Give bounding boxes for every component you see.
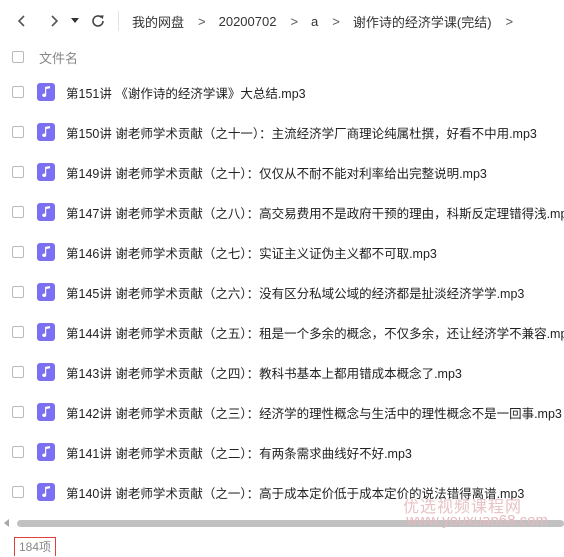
file-row[interactable]: 第143讲 谢老师学术贡献（之四）：教科书基本上都用错成本概念了.mp3: [0, 352, 564, 392]
dropdown-caret-icon: [71, 18, 79, 23]
music-note-icon: [37, 323, 55, 341]
file-name[interactable]: 第147讲 谢老师学术贡献（之八）：高交易费用不是政府干预的理由，科斯反定理错得…: [66, 203, 564, 222]
file-name[interactable]: 第143讲 谢老师学术贡献（之四）：教科书基本上都用错成本概念了.mp3: [66, 363, 462, 382]
file-row[interactable]: 第144讲 谢老师学术贡献（之五）：租是一个多余的概念，不仅多余，还让经济学不兼…: [0, 312, 564, 352]
toolbar-divider: [118, 11, 119, 31]
file-row[interactable]: 第146讲 谢老师学术贡献（之七）：实证主义证伪主义都不可取.mp3: [0, 232, 564, 272]
file-name[interactable]: 第145讲 谢老师学术贡献（之六）：没有区分私域公域的经济都是扯淡经济学学.mp…: [66, 283, 524, 302]
file-row[interactable]: 第145讲 谢老师学术贡献（之六）：没有区分私域公域的经济都是扯淡经济学学.mp…: [0, 272, 564, 312]
music-note-icon: [37, 483, 55, 501]
breadcrumb-separator: >: [198, 13, 206, 29]
file-checkbox[interactable]: [12, 246, 24, 258]
breadcrumb-separator: >: [290, 13, 299, 29]
file-name[interactable]: 第146讲 谢老师学术贡献（之七）：实证主义证伪主义都不可取.mp3: [66, 243, 437, 262]
file-checkbox[interactable]: [12, 486, 24, 498]
file-list: 第151讲 《谢作诗的经济学课》大总结.mp3 第150讲 谢老师学术贡献（之十一…: [0, 72, 564, 512]
file-checkbox[interactable]: [12, 406, 24, 418]
forward-arrow-icon: [51, 15, 59, 27]
music-note-icon: [37, 123, 55, 141]
file-checkbox[interactable]: [12, 86, 24, 98]
file-name[interactable]: 第142讲 谢老师学术贡献（之三）：经济学的理性概念与生活中的理性概念不是一回事…: [66, 403, 562, 422]
file-checkbox[interactable]: [12, 286, 24, 298]
item-count-status: 184项: [14, 537, 57, 556]
breadcrumb-item-date-folder[interactable]: 20200702: [219, 14, 277, 29]
file-checkbox[interactable]: [12, 446, 24, 458]
file-checkbox[interactable]: [12, 366, 24, 378]
file-row[interactable]: 第151讲 《谢作诗的经济学课》大总结.mp3: [0, 72, 564, 112]
breadcrumb-item-current-folder[interactable]: 谢作诗的经济学课(完结): [353, 12, 492, 31]
file-row[interactable]: 第142讲 谢老师学术贡献（之三）：经济学的理性概念与生活中的理性概念不是一回事…: [0, 392, 564, 432]
file-row[interactable]: 第141讲 谢老师学术贡献（之二）：有两条需求曲线好不好.mp3: [0, 432, 564, 472]
column-header-filename[interactable]: 文件名: [39, 48, 78, 67]
select-all-checkbox[interactable]: [12, 51, 24, 63]
back-button[interactable]: [10, 9, 34, 33]
music-note-icon: [37, 163, 55, 181]
file-name[interactable]: 第151讲 《谢作诗的经济学课》大总结.mp3: [66, 83, 306, 102]
file-row[interactable]: 第149讲 谢老师学术贡献（之十）：仅仅从不耐不能对利率给出完整说明.mp3: [0, 152, 564, 192]
file-checkbox[interactable]: [12, 326, 24, 338]
file-name[interactable]: 第150讲 谢老师学术贡献（之十一）：主流经济学厂商理论纯属杜撰，好看不中用.m…: [66, 123, 537, 142]
music-note-icon: [37, 363, 55, 381]
music-note-icon: [37, 403, 55, 421]
back-arrow-icon: [17, 15, 25, 27]
breadcrumb-separator: >: [505, 13, 514, 29]
watermark-url: www.youxuan68.com: [406, 512, 548, 529]
music-note-icon: [37, 243, 55, 261]
breadcrumb-item-root[interactable]: 我的网盘: [132, 12, 184, 31]
toolbar: 我的网盘 > 20200702 > a > 谢作诗的经济学课(完结) >: [0, 0, 564, 42]
breadcrumb-item-a-folder[interactable]: a: [311, 14, 318, 29]
file-checkbox[interactable]: [12, 166, 24, 178]
music-note-icon: [37, 443, 55, 461]
music-note-icon: [37, 203, 55, 221]
music-note-icon: [37, 283, 55, 301]
history-dropdown-button[interactable]: [68, 9, 82, 33]
file-checkbox[interactable]: [12, 126, 24, 138]
breadcrumb: 我的网盘 > 20200702 > a > 谢作诗的经济学课(完结) >: [132, 12, 526, 31]
music-note-icon: [37, 83, 55, 101]
scroll-left-arrow-icon[interactable]: [4, 519, 9, 527]
file-row[interactable]: 第150讲 谢老师学术贡献（之十一）：主流经济学厂商理论纯属杜撰，好看不中用.m…: [0, 112, 564, 152]
file-row[interactable]: 第147讲 谢老师学术贡献（之八）：高交易费用不是政府干预的理由，科斯反定理错得…: [0, 192, 564, 232]
forward-button[interactable]: [42, 9, 66, 33]
file-name[interactable]: 第149讲 谢老师学术贡献（之十）：仅仅从不耐不能对利率给出完整说明.mp3: [66, 163, 487, 182]
refresh-button[interactable]: [86, 9, 110, 33]
file-checkbox[interactable]: [12, 206, 24, 218]
file-name[interactable]: 第141讲 谢老师学术贡献（之二）：有两条需求曲线好不好.mp3: [66, 443, 412, 462]
breadcrumb-separator: >: [332, 13, 340, 29]
refresh-icon: [92, 15, 104, 27]
file-name[interactable]: 第144讲 谢老师学术贡献（之五）：租是一个多余的概念，不仅多余，还让经济学不兼…: [66, 323, 564, 342]
list-header: 文件名: [0, 42, 564, 72]
